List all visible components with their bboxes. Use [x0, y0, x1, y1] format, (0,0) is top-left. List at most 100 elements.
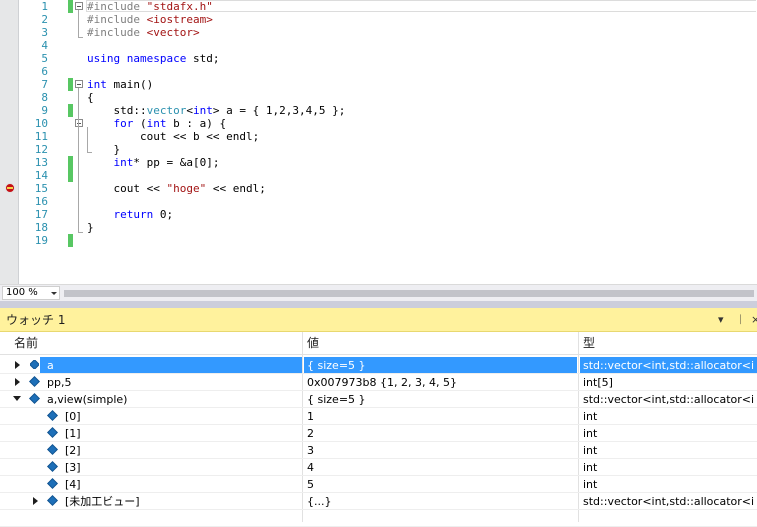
column-type-header[interactable]: 型 — [583, 336, 595, 350]
chevron-down-icon — [51, 292, 57, 295]
close-icon[interactable]: × — [751, 313, 757, 327]
code-text: cout << b << endl; — [87, 130, 260, 143]
line-number: 2 — [41, 13, 48, 26]
watch-name[interactable]: a — [47, 358, 297, 373]
code-line[interactable]: 14 — [0, 169, 757, 182]
expand-icon[interactable] — [33, 497, 38, 505]
code-line[interactable]: 19 — [0, 234, 757, 247]
watch-name[interactable]: a,view(simple) — [47, 392, 297, 407]
watch-row[interactable]: pp,5 0x007973b8 {1, 2, 3, 4, 5} int[5] — [0, 374, 757, 391]
code-line[interactable]: 15 cout << "hoge" << endl; — [0, 182, 757, 195]
code-line[interactable]: 11 cout << b << endl; — [0, 130, 757, 143]
code-text: std::vector<int> a = { 1,2,3,4,5 }; — [87, 104, 346, 117]
zoom-value: 100 % — [6, 287, 38, 298]
code-text: } — [87, 143, 121, 156]
watch-value[interactable]: 2 — [307, 426, 575, 441]
watch-type: int — [583, 478, 598, 491]
line-number: 3 — [41, 26, 48, 39]
watch-value[interactable]: 5 — [307, 477, 575, 492]
watch-type: int — [583, 461, 598, 474]
horizontal-scrollbar[interactable] — [64, 290, 754, 297]
pin-icon[interactable]: ᛁ — [737, 313, 744, 327]
code-line[interactable]: 10 for (int b : a) { — [0, 117, 757, 130]
watch-name[interactable]: [3] — [65, 460, 297, 475]
code-text: int main() — [87, 78, 154, 91]
column-name-header[interactable]: 名前 — [14, 336, 38, 350]
watch-row[interactable]: [1] 2 int — [0, 425, 757, 442]
code-line[interactable]: 13 int* pp = &a[0]; — [0, 156, 757, 169]
variable-icon — [47, 410, 58, 421]
watch-name[interactable]: [未加工ビュー] — [65, 494, 297, 509]
watch-row[interactable]: [4] 5 int — [0, 476, 757, 493]
code-line[interactable]: 5 using namespace std; — [0, 52, 757, 65]
code-line[interactable]: 12 } — [0, 143, 757, 156]
code-text: using namespace std; — [87, 52, 220, 65]
watch-name[interactable]: [0] — [65, 409, 297, 424]
change-marker — [68, 0, 73, 13]
line-number: 8 — [41, 91, 48, 104]
code-text: cout << "hoge" << endl; — [87, 182, 266, 195]
watch-name[interactable]: [4] — [65, 477, 297, 492]
window-position-dropdown-icon[interactable]: ▾ — [718, 313, 724, 327]
collapse-icon[interactable] — [75, 119, 83, 127]
variable-icon — [29, 393, 40, 404]
variable-icon — [47, 478, 58, 489]
watch-value[interactable]: 0x007973b8 {1, 2, 3, 4, 5} — [307, 375, 575, 390]
code-line[interactable]: 6 — [0, 65, 757, 78]
watch-row[interactable]: [0] 1 int — [0, 408, 757, 425]
watch-value[interactable]: 4 — [307, 460, 575, 475]
variable-icon — [47, 427, 58, 438]
watch-type: int — [583, 444, 598, 457]
watch-value[interactable]: { size=5 } — [307, 392, 575, 407]
code-text: { — [87, 91, 94, 104]
line-number: 12 — [34, 143, 48, 156]
code-text: } — [87, 221, 94, 234]
pane-splitter[interactable] — [0, 301, 757, 308]
variable-icon — [47, 461, 58, 472]
code-text: #include <vector> — [87, 26, 200, 39]
collapse-icon[interactable] — [75, 2, 83, 10]
watch-value[interactable]: 1 — [307, 409, 575, 424]
code-line[interactable]: 16 — [0, 195, 757, 208]
code-line[interactable]: 3 #include <vector> — [0, 26, 757, 39]
collapse-icon[interactable] — [75, 80, 83, 88]
code-line[interactable]: 9 std::vector<int> a = { 1,2,3,4,5 }; — [0, 104, 757, 117]
code-editor[interactable]: 1 #include "stdafx.h" 2 #include <iostream>… — [0, 0, 757, 284]
watch-row[interactable]: [未加工ビュー] {...} std::vector<int,std::alloca… — [0, 493, 757, 510]
watch-row[interactable]: [3] 4 int — [0, 459, 757, 476]
watch-type: std::vector<int,std::allocator<int — [583, 359, 755, 372]
watch-title-bar[interactable]: ウォッチ 1 ▾ ᛁ × — [0, 308, 757, 332]
watch-value[interactable]: 3 — [307, 443, 575, 458]
watch-name[interactable]: pp,5 — [47, 375, 297, 390]
watch-value[interactable]: { size=5 } — [307, 358, 575, 373]
line-number: 15 — [34, 182, 48, 195]
code-line[interactable]: 18} — [0, 221, 757, 234]
line-number: 17 — [34, 208, 48, 221]
watch-type: int — [583, 427, 598, 440]
watch-row[interactable]: a { size=5 } std::vector<int,std::allocato… — [0, 357, 757, 374]
watch-value[interactable]: {...} — [307, 494, 575, 509]
watch-row[interactable]: a,view(simple) { size=5 } std::vector<int,… — [0, 391, 757, 408]
code-line[interactable]: 1 #include "stdafx.h" — [0, 0, 757, 13]
add-watch-row[interactable] — [0, 510, 757, 527]
column-value-header[interactable]: 値 — [307, 336, 319, 350]
code-text: #include <iostream> — [87, 13, 213, 26]
code-line[interactable]: 7 int main() — [0, 78, 757, 91]
code-line[interactable]: 4 — [0, 39, 757, 52]
code-text: return 0; — [113, 208, 174, 221]
watch-name[interactable]: [2] — [65, 443, 297, 458]
collapse-icon[interactable] — [13, 396, 21, 401]
variable-icon — [47, 444, 58, 455]
line-number: 11 — [34, 130, 48, 143]
watch-row[interactable]: [2] 3 int — [0, 442, 757, 459]
zoom-dropdown[interactable]: 100 % — [2, 286, 60, 300]
change-marker — [68, 156, 73, 169]
code-line[interactable]: 2 #include <iostream> — [0, 13, 757, 26]
variable-icon-frame — [29, 359, 40, 370]
expand-icon[interactable] — [15, 361, 20, 369]
expand-icon[interactable] — [15, 378, 20, 386]
code-line[interactable]: 17 return 0; — [0, 208, 757, 221]
code-line[interactable]: 8{ — [0, 91, 757, 104]
watch-name[interactable]: [1] — [65, 426, 297, 441]
change-marker — [68, 234, 73, 247]
